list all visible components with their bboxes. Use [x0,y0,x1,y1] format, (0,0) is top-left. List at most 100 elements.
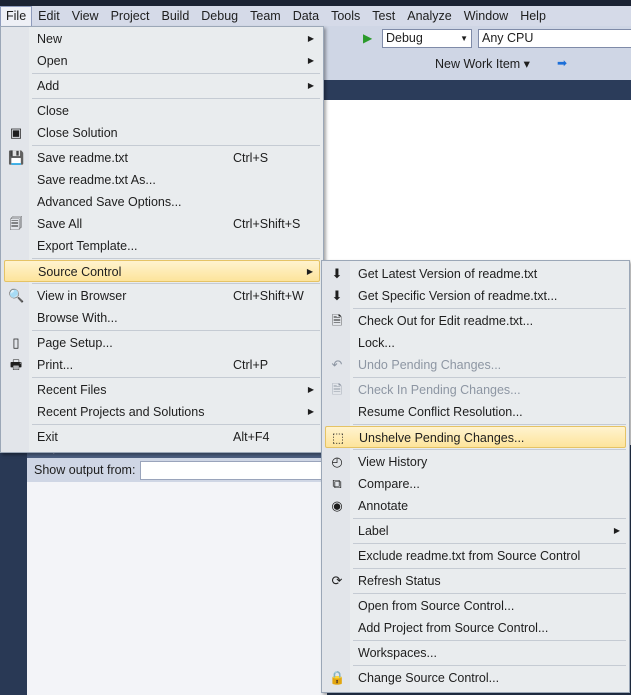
menu-item-save-all[interactable]: 🗐 Save All Ctrl+Shift+S [4,213,320,235]
menu-item-exit[interactable]: Exit Alt+F4 [4,426,320,448]
start-debug-icon[interactable]: ▶ [363,31,372,45]
menu-item-label: Get Latest Version of readme.txt [358,267,538,281]
menu-file[interactable]: File [0,6,33,26]
menu-item-print[interactable]: 🖶 Print... Ctrl+P [4,354,320,376]
menu-item-view-in-browser[interactable]: 🔍 View in Browser Ctrl+Shift+W [4,285,320,307]
menu-item-advanced-save-options[interactable]: Advanced Save Options... [4,191,320,213]
configuration-combo[interactable]: Debug ▼ [382,29,472,48]
menu-item-label: Save readme.txt [37,151,129,165]
menu-item-view-history[interactable]: ◴ View History [325,451,626,473]
submenu-arrow-icon: ▶ [306,267,313,276]
menu-item-save-readme-txt-as[interactable]: Save readme.txt As... [4,169,320,191]
menu-analyze[interactable]: Analyze [401,6,457,26]
menu-item-label: Page Setup... [37,336,113,350]
menu-item-label: Refresh Status [358,574,441,588]
menu-item-label: Get Specific Version of readme.txt... [358,289,558,303]
history-icon: ◴ [331,454,343,469]
submenu-arrow-icon: ▶ [613,526,620,535]
menu-item-page-setup[interactable]: ▯ Page Setup... [4,332,320,354]
print-icon: 🖶 [9,357,23,372]
menu-item-annotate[interactable]: ◉ Annotate [325,495,626,517]
menu-data[interactable]: Data [287,6,325,26]
menu-item-resume-conflict-resolution[interactable]: Resume Conflict Resolution... [325,401,626,423]
menu-item-label: View in Browser [37,289,127,303]
menu-item-change-source-control[interactable]: 🔒 Change Source Control... [325,667,626,689]
menu-tools[interactable]: Tools [325,6,366,26]
menu-window[interactable]: Window [458,6,514,26]
menu-item-get-specific-version-of-readme-txt[interactable]: ⬇ Get Specific Version of readme.txt... [325,285,626,307]
source-control-submenu: ⬇ Get Latest Version of readme.txt ⬇ Get Sp… [321,260,630,693]
menu-item-add-project-from-source-control[interactable]: Add Project from Source Control... [325,617,626,639]
menu-item-check-out-for-edit-readme-txt[interactable]: 🗎 Check Out for Edit readme.txt... [325,310,626,332]
menu-build[interactable]: Build [155,6,195,26]
shortcut-label: Ctrl+P [233,358,269,372]
submenu-arrow-icon: ▶ [307,81,314,90]
menu-team[interactable]: Team [244,6,287,26]
menu-item-open-from-source-control[interactable]: Open from Source Control... [325,595,626,617]
menu-item-check-in-pending-changes[interactable]: 🗎 Check In Pending Changes... [325,379,626,401]
menu-view[interactable]: View [66,6,105,26]
menu-item-close[interactable]: Close [4,100,320,122]
menu-item-export-template[interactable]: Export Template... [4,235,320,257]
menu-item-lock[interactable]: Lock... [325,332,626,354]
menu-item-undo-pending-changes[interactable]: ↶ Undo Pending Changes... [325,354,626,376]
menu-item-label: Resume Conflict Resolution... [358,405,523,419]
arrow-right-icon[interactable]: ➡ [557,56,567,70]
menu-item-label: Exclude readme.txt from Source Control [358,549,581,563]
menu-project[interactable]: Project [105,6,156,26]
new-work-item-button[interactable]: New Work Item ▾ [435,56,530,71]
menu-debug[interactable]: Debug [195,6,244,26]
menu-separator [353,568,626,569]
platform-combo[interactable]: Any CPU [478,29,631,48]
menu-item-label: Add [37,79,60,93]
platform-value: Any CPU [482,31,534,45]
menu-item-label: Open from Source Control... [358,599,515,613]
check-out-icon: 🗎 [331,313,343,328]
menu-item-new[interactable]: New ▶ [4,28,320,50]
menu-item-label: Print... [37,358,74,372]
menu-item-get-latest-version-of-readme-txt[interactable]: ⬇ Get Latest Version of readme.txt [325,263,626,285]
menu-item-workspaces[interactable]: Workspaces... [325,642,626,664]
menu-separator [353,593,626,594]
show-output-from-label: Show output from: [34,463,136,477]
menu-edit[interactable]: Edit [32,6,66,26]
menu-item-label: New [37,32,63,46]
menu-item-close-solution[interactable]: ▣ Close Solution [4,122,320,144]
menu-item-open[interactable]: Open ▶ [4,50,320,72]
menu-separator [32,258,320,259]
menu-separator [32,98,320,99]
menu-item-label: Check Out for Edit readme.txt... [358,314,534,328]
refresh-icon: ⟳ [331,573,343,588]
change-source-control-icon: 🔒 [329,670,346,685]
page-setup-icon: ▯ [12,335,20,350]
menu-item-label[interactable]: Label ▶ [325,520,626,542]
menu-item-source-control[interactable]: Source Control ▶ [4,260,320,282]
menu-item-exclude-readme-txt-from-source-control[interactable]: Exclude readme.txt from Source Control [325,545,626,567]
menu-help[interactable]: Help [514,6,552,26]
menu-item-refresh-status[interactable]: ⟳ Refresh Status [325,570,626,592]
menu-item-add[interactable]: Add ▶ [4,75,320,97]
menu-separator [32,73,320,74]
menu-item-save-readme-txt[interactable]: 💾 Save readme.txt Ctrl+S [4,147,320,169]
shortcut-label: Ctrl+S [233,151,269,165]
menu-item-label: Exit [37,430,58,444]
menu-item-recent-files[interactable]: Recent Files ▶ [4,379,320,401]
configuration-value: Debug [386,31,423,45]
menu-item-label: Compare... [358,477,420,491]
show-output-from-combo[interactable] [140,461,325,480]
menu-item-label: View History [358,455,428,469]
menu-item-label: Close [37,104,69,118]
menu-item-unshelve-pending-changes[interactable]: ⬚ Unshelve Pending Changes... [325,426,626,448]
menu-item-recent-projects-and-solutions[interactable]: Recent Projects and Solutions ▶ [4,401,320,423]
menu-item-label: Annotate [358,499,409,513]
menu-item-browse-with[interactable]: Browse With... [4,307,320,329]
menu-separator [353,424,626,425]
menu-separator [32,145,320,146]
menu-separator [353,377,626,378]
menu-item-label: Lock... [358,336,395,350]
menu-test[interactable]: Test [366,6,401,26]
shortcut-label: Alt+F4 [233,430,270,444]
submenu-arrow-icon: ▶ [307,34,314,43]
menu-item-compare[interactable]: ⧉ Compare... [325,473,626,495]
menu-separator [353,449,626,450]
